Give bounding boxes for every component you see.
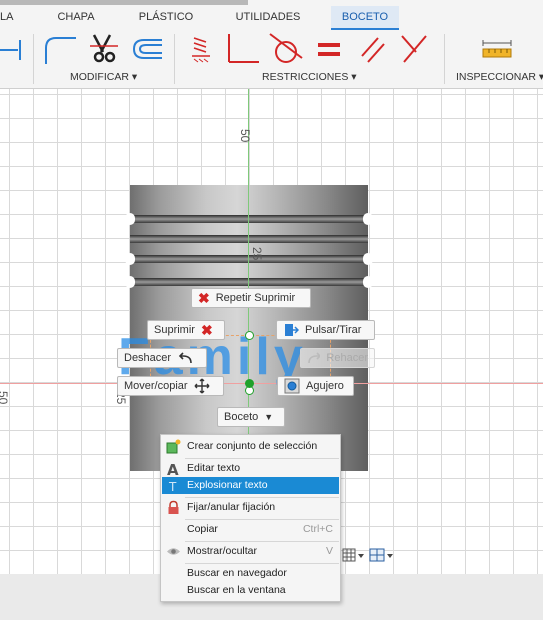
menu-item-create-selection-set[interactable]: Crear conjunto de selección — [162, 438, 339, 455]
menu-item-edit-text[interactable]: A Editar texto — [162, 460, 339, 477]
undo-label: Deshacer — [124, 352, 172, 364]
groove-notch — [125, 276, 135, 288]
undo-button[interactable]: Deshacer — [117, 348, 207, 368]
chevron-down-icon: ▼ — [264, 412, 274, 422]
redo-arrow-icon — [308, 352, 321, 364]
move-copy-label: Mover/copiar — [124, 380, 188, 392]
eye-icon — [167, 548, 180, 555]
redo-button[interactable]: Rehacer — [300, 348, 375, 368]
grid-settings-icon[interactable] — [340, 546, 366, 566]
menu-item-label: Mostrar/ocultar — [187, 545, 258, 557]
menu-item-label: Explosionar texto — [187, 479, 268, 491]
menu-item-label: Editar texto — [187, 462, 241, 474]
sketch-point[interactable] — [245, 331, 254, 340]
fix-constraint-icon[interactable] — [190, 34, 212, 64]
groove — [130, 215, 368, 223]
delete-x-icon: ✖ — [198, 290, 210, 306]
toolbar-separator — [444, 34, 445, 84]
groove — [130, 235, 368, 243]
toolbar-separator — [33, 34, 34, 84]
ruler-label-25: 25 — [250, 247, 264, 261]
menu-item-label: Buscar en la ventana — [187, 584, 286, 596]
tab-chapa[interactable]: CHAPA — [50, 6, 102, 28]
tab-plastico[interactable]: PLÁSTICO — [133, 6, 199, 28]
menu-item-label: Copiar — [187, 523, 218, 535]
trim-scissors-icon[interactable] — [90, 32, 120, 66]
measure-ruler-icon[interactable] — [481, 38, 513, 60]
press-pull-label: Pulsar/Tirar — [305, 324, 362, 336]
menu-item-copy[interactable]: Copiar Ctrl+C — [162, 521, 339, 538]
shortcut-label: V — [325, 545, 333, 557]
parallel-constraint-icon[interactable] — [358, 34, 388, 64]
equal-constraint-icon[interactable] — [316, 40, 342, 60]
delete-x-icon: ✖ — [200, 322, 213, 338]
groove — [130, 255, 368, 263]
tangent-constraint-icon[interactable] — [268, 32, 304, 66]
toolbar-ribbon: LA CHAPA PLÁSTICO UTILIDADES BOCETO MODI… — [0, 0, 543, 89]
press-pull-icon — [285, 324, 299, 336]
repeat-delete-button[interactable]: ✖ Repetir Suprimir — [191, 288, 311, 308]
selection-set-icon — [166, 439, 181, 454]
hole-icon — [284, 378, 300, 394]
explode-text-icon: T — [168, 480, 177, 493]
menu-item-find-in-window[interactable]: Buscar en la ventana — [162, 582, 339, 599]
move-copy-button[interactable]: Mover/copiar — [117, 376, 224, 396]
perpendicular-constraint-icon[interactable] — [225, 32, 261, 66]
menu-separator — [185, 541, 339, 542]
context-menu: Crear conjunto de selección A Editar tex… — [160, 434, 341, 602]
svg-text:T: T — [168, 480, 177, 493]
line-tool-icon[interactable] — [0, 36, 24, 64]
menu-separator — [185, 497, 339, 498]
groove-notch — [125, 253, 135, 265]
menu-separator — [185, 519, 339, 520]
text-a-icon: A — [167, 461, 179, 476]
redo-label: Rehacer — [326, 352, 368, 364]
group-label-modificar[interactable]: MODIFICAR ▾ — [70, 70, 137, 84]
hole-label: Agujero — [306, 380, 344, 392]
repeat-delete-label: Repetir Suprimir — [215, 292, 296, 304]
menu-item-show-hide[interactable]: Mostrar/ocultar V — [162, 543, 339, 560]
press-pull-button[interactable]: Pulsar/Tirar — [276, 320, 375, 340]
menu-separator — [185, 458, 339, 459]
undo-arrow-icon — [178, 352, 192, 364]
origin-point[interactable] — [245, 379, 254, 388]
tab-la[interactable]: LA — [0, 6, 22, 28]
menu-item-find-in-browser[interactable]: Buscar en navegador — [162, 565, 339, 582]
menu-item-fix-unfix[interactable]: Fijar/anular fijación — [162, 499, 339, 516]
menu-item-label: Buscar en navegador — [187, 567, 287, 579]
hole-button[interactable]: Agujero — [277, 376, 354, 396]
groove-notch — [125, 213, 135, 225]
groove — [130, 278, 368, 286]
move-arrows-icon — [194, 378, 210, 394]
group-label-restricciones[interactable]: RESTRICCIONES ▾ — [262, 70, 357, 84]
sketch-dropdown-label: Boceto — [224, 411, 259, 423]
groove-notch — [363, 213, 373, 225]
tab-boceto[interactable]: BOCETO — [331, 6, 399, 30]
menu-item-explode-text[interactable]: T Explosionar texto — [162, 477, 339, 494]
tab-utilidades[interactable]: UTILIDADES — [230, 6, 306, 28]
ruler-label-50: 50 — [238, 129, 252, 143]
title-strip — [0, 0, 248, 5]
fillet-icon[interactable] — [42, 34, 80, 66]
groove-notch — [363, 253, 373, 265]
ruler-label-left-50: 50 — [0, 391, 10, 405]
offset-icon[interactable] — [130, 34, 166, 64]
collinear-constraint-icon[interactable] — [398, 32, 430, 66]
groove-notch — [363, 276, 373, 288]
toolbar-separator — [174, 34, 175, 84]
menu-item-label: Crear conjunto de selección — [187, 440, 318, 452]
shortcut-label: Ctrl+C — [302, 523, 333, 535]
lock-icon — [168, 500, 179, 514]
menu-item-label: Fijar/anular fijación — [187, 501, 276, 513]
sketch-dropdown-button[interactable]: Boceto ▼ — [217, 407, 285, 427]
viewports-icon[interactable] — [368, 546, 396, 566]
group-label-inspeccionar[interactable]: INSPECCIONAR ▾ — [456, 70, 543, 84]
svg-text:A: A — [167, 461, 179, 476]
menu-separator — [185, 563, 339, 564]
delete-button[interactable]: Suprimir ✖ — [147, 320, 225, 340]
delete-label: Suprimir — [154, 324, 195, 336]
